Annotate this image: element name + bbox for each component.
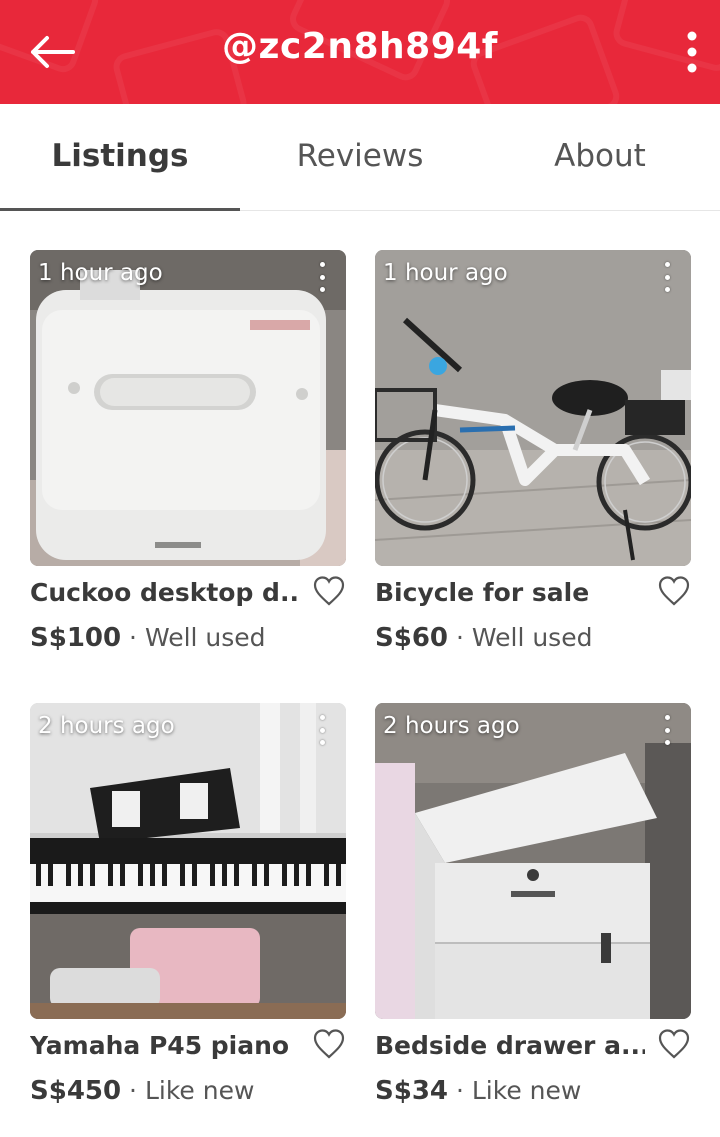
separator-dot: · bbox=[455, 1076, 464, 1105]
listing-title[interactable]: Yamaha P45 piano bbox=[30, 1031, 300, 1060]
listing-price-line: S$100 · Well used bbox=[30, 623, 266, 653]
listing-photo[interactable]: 1 hour ago bbox=[375, 250, 691, 566]
listing-price: S$450 bbox=[30, 1076, 122, 1106]
separator-dot: · bbox=[455, 623, 464, 652]
listing-condition: Well used bbox=[144, 623, 266, 652]
listing-photo[interactable]: 1 hour ago bbox=[30, 250, 346, 566]
listing-time: 2 hours ago bbox=[383, 713, 520, 739]
profile-tabs: Listings Reviews About bbox=[0, 104, 720, 211]
drawer-photo bbox=[375, 703, 691, 1019]
listing-card[interactable]: 1 hour ago Bicycle for sale S$60 · Well … bbox=[375, 250, 691, 653]
listing-price: S$60 bbox=[375, 623, 448, 653]
heart-icon[interactable] bbox=[657, 574, 691, 608]
card-more-button[interactable] bbox=[312, 262, 332, 292]
listing-time: 2 hours ago bbox=[38, 713, 175, 739]
listing-time: 1 hour ago bbox=[38, 260, 163, 286]
piano-photo bbox=[30, 703, 346, 1019]
listing-card[interactable]: 2 hours ago Yamaha P45 piano S$450 · Lik… bbox=[30, 703, 346, 1106]
separator-dot: · bbox=[129, 623, 137, 652]
separator-dot: · bbox=[129, 1076, 137, 1105]
listing-price-line: S$60 · Well used bbox=[375, 623, 592, 653]
tab-listings[interactable]: Listings bbox=[0, 104, 240, 211]
listing-price: S$34 bbox=[375, 1076, 448, 1106]
more-options-button[interactable] bbox=[638, 24, 698, 80]
listing-price: S$100 bbox=[30, 623, 122, 653]
top-bar: @zc2n8h894f bbox=[0, 0, 720, 104]
heart-icon[interactable] bbox=[312, 1027, 346, 1061]
listing-title[interactable]: Bedside drawer a... bbox=[375, 1031, 645, 1060]
bicycle-photo bbox=[375, 250, 691, 566]
listing-title[interactable]: Bicycle for sale bbox=[375, 578, 645, 607]
listing-time: 1 hour ago bbox=[383, 260, 508, 286]
listing-condition: Well used bbox=[471, 623, 593, 652]
listing-price-line: S$34 · Like new bbox=[375, 1076, 581, 1106]
heart-icon[interactable] bbox=[312, 574, 346, 608]
listing-title[interactable]: Cuckoo desktop d... bbox=[30, 578, 300, 607]
listing-condition: Like new bbox=[144, 1076, 255, 1105]
more-vertical-icon bbox=[687, 31, 697, 73]
heart-icon[interactable] bbox=[657, 1027, 691, 1061]
listing-card[interactable]: 1 hour ago Cuckoo desktop d... S$100 · W… bbox=[30, 250, 346, 653]
card-more-button[interactable] bbox=[657, 715, 677, 745]
listing-condition: Like new bbox=[471, 1076, 582, 1105]
listing-photo[interactable]: 2 hours ago bbox=[30, 703, 346, 1019]
tab-about[interactable]: About bbox=[480, 104, 720, 210]
dishwasher-photo bbox=[30, 250, 346, 566]
profile-username: @zc2n8h894f bbox=[222, 26, 498, 67]
card-more-button[interactable] bbox=[312, 715, 332, 745]
listing-card[interactable]: 2 hours ago Bedside drawer a... S$34 · L… bbox=[375, 703, 691, 1106]
listing-photo[interactable]: 2 hours ago bbox=[375, 703, 691, 1019]
listing-price-line: S$450 · Like new bbox=[30, 1076, 254, 1106]
tab-reviews[interactable]: Reviews bbox=[240, 104, 480, 210]
card-more-button[interactable] bbox=[657, 262, 677, 292]
